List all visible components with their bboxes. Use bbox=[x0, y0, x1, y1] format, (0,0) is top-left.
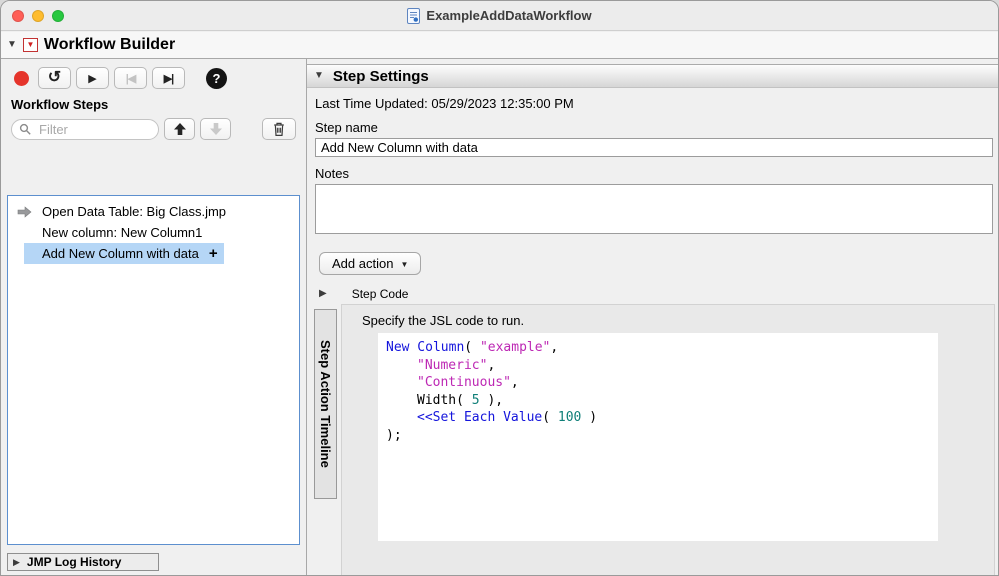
step-name-input[interactable] bbox=[315, 138, 993, 157]
arrow-up-icon bbox=[173, 122, 187, 136]
workflow-step[interactable]: Open Data Table: Big Class.jmp bbox=[8, 201, 299, 222]
jmp-workflow-builder-window: ExampleAddDataWorkflow ▼ ▼ Workflow Buil… bbox=[0, 0, 999, 576]
add-action-button[interactable]: Add action ▼ bbox=[319, 252, 421, 275]
step-code-label: Step Code bbox=[352, 287, 409, 301]
move-step-up-button[interactable] bbox=[164, 118, 195, 140]
move-step-down-button[interactable] bbox=[200, 118, 231, 140]
code-line: New Column( "example", bbox=[386, 339, 930, 357]
workflow-builder-title: Workflow Builder bbox=[44, 36, 175, 54]
zoom-button[interactable] bbox=[52, 10, 64, 22]
notes-label: Notes bbox=[315, 166, 998, 181]
notes-textarea[interactable] bbox=[315, 184, 993, 234]
code-line: "Numeric", bbox=[386, 357, 930, 375]
window-title-group: ExampleAddDataWorkflow bbox=[407, 8, 591, 24]
run-button[interactable]: ▶ bbox=[76, 67, 109, 89]
record-icon bbox=[14, 71, 29, 86]
step-forward-icon: ▶| bbox=[164, 72, 174, 85]
step-settings-disclosure-icon[interactable]: ▼ bbox=[314, 71, 324, 81]
step-code-editor[interactable]: New Column( "example","Numeric","Continu… bbox=[378, 333, 938, 541]
arrow-down-icon bbox=[209, 122, 223, 136]
step-settings-title: Step Settings bbox=[333, 68, 429, 85]
red-triangle-menu-button[interactable]: ▼ bbox=[23, 38, 38, 52]
step-back-icon: |◀ bbox=[126, 72, 136, 85]
filter-search-box[interactable] bbox=[11, 119, 159, 140]
red-triangle-icon: ▼ bbox=[26, 41, 34, 49]
record-button[interactable] bbox=[9, 67, 33, 89]
code-line: ); bbox=[386, 427, 930, 445]
window-title: ExampleAddDataWorkflow bbox=[426, 8, 591, 23]
minimize-button[interactable] bbox=[32, 10, 44, 22]
code-line: <<Set Each Value( 100 ) bbox=[386, 409, 930, 427]
step-back-button[interactable]: |◀ bbox=[114, 67, 147, 89]
workflow-builder-header: ▼ ▼ Workflow Builder bbox=[1, 32, 998, 59]
play-icon: ▶ bbox=[88, 72, 96, 85]
add-data-plus-icon: + bbox=[209, 245, 218, 262]
delete-step-button[interactable] bbox=[262, 118, 296, 140]
workflow-step[interactable]: Add New Column with data+ bbox=[8, 243, 299, 264]
add-action-label: Add action bbox=[332, 256, 393, 271]
current-step-arrow-icon bbox=[12, 206, 36, 218]
step-code-panel: Specify the JSL code to run. New Column(… bbox=[341, 304, 995, 576]
filter-row bbox=[11, 118, 296, 140]
log-history-disclosure-icon: ▶ bbox=[13, 558, 20, 567]
close-button[interactable] bbox=[12, 10, 24, 22]
log-history-title: JMP Log History bbox=[27, 555, 121, 569]
reset-icon: ↺ bbox=[48, 67, 61, 87]
workflow-step-label: Open Data Table: Big Class.jmp bbox=[36, 202, 232, 221]
code-line: Width( 5 ), bbox=[386, 392, 930, 410]
workflow-builder-disclosure-icon[interactable]: ▼ bbox=[7, 40, 17, 50]
step-settings-header: ▼ Step Settings bbox=[307, 64, 998, 88]
workflow-steps-panel: ↺ ▶ |◀ ▶| ? Workflow Steps bbox=[1, 59, 307, 575]
workflow-step[interactable]: New column: New Column1 bbox=[8, 222, 299, 243]
workflow-toolbar: ↺ ▶ |◀ ▶| ? bbox=[1, 59, 306, 89]
step-name-label: Step name bbox=[315, 120, 998, 135]
workflow-step-label: Add New Column with data+ bbox=[24, 243, 224, 264]
step-code-header-row: ▶ Step Code bbox=[319, 287, 998, 301]
step-forward-button[interactable]: ▶| bbox=[152, 67, 185, 89]
filter-input[interactable] bbox=[37, 121, 151, 138]
workflow-steps-list: Open Data Table: Big Class.jmp New column… bbox=[7, 195, 300, 545]
jmp-log-history[interactable]: ▶ JMP Log History bbox=[7, 553, 159, 571]
titlebar: ExampleAddDataWorkflow bbox=[1, 1, 998, 31]
last-updated-text: Last Time Updated: 05/29/2023 12:35:00 P… bbox=[315, 96, 998, 111]
reset-button[interactable]: ↺ bbox=[38, 67, 71, 89]
step-action-timeline-tab[interactable]: Step Action Timeline bbox=[314, 309, 337, 499]
question-icon: ? bbox=[213, 71, 221, 86]
step-code-region: Step Action Timeline Specify the JSL cod… bbox=[307, 304, 998, 576]
workflow-document-icon bbox=[407, 8, 420, 24]
trash-icon bbox=[272, 121, 286, 137]
step-settings-panel: ▼ Step Settings Last Time Updated: 05/29… bbox=[307, 59, 998, 575]
traffic-lights bbox=[12, 10, 64, 22]
code-intro-text: Specify the JSL code to run. bbox=[362, 313, 994, 328]
code-line: "Continuous", bbox=[386, 374, 930, 392]
search-icon bbox=[19, 123, 32, 136]
help-button[interactable]: ? bbox=[206, 68, 227, 89]
workflow-step-label: New column: New Column1 bbox=[36, 223, 208, 242]
step-code-disclosure-icon[interactable]: ▶ bbox=[319, 289, 327, 299]
chevron-down-icon: ▼ bbox=[400, 260, 408, 269]
workflow-steps-title: Workflow Steps bbox=[11, 97, 306, 112]
